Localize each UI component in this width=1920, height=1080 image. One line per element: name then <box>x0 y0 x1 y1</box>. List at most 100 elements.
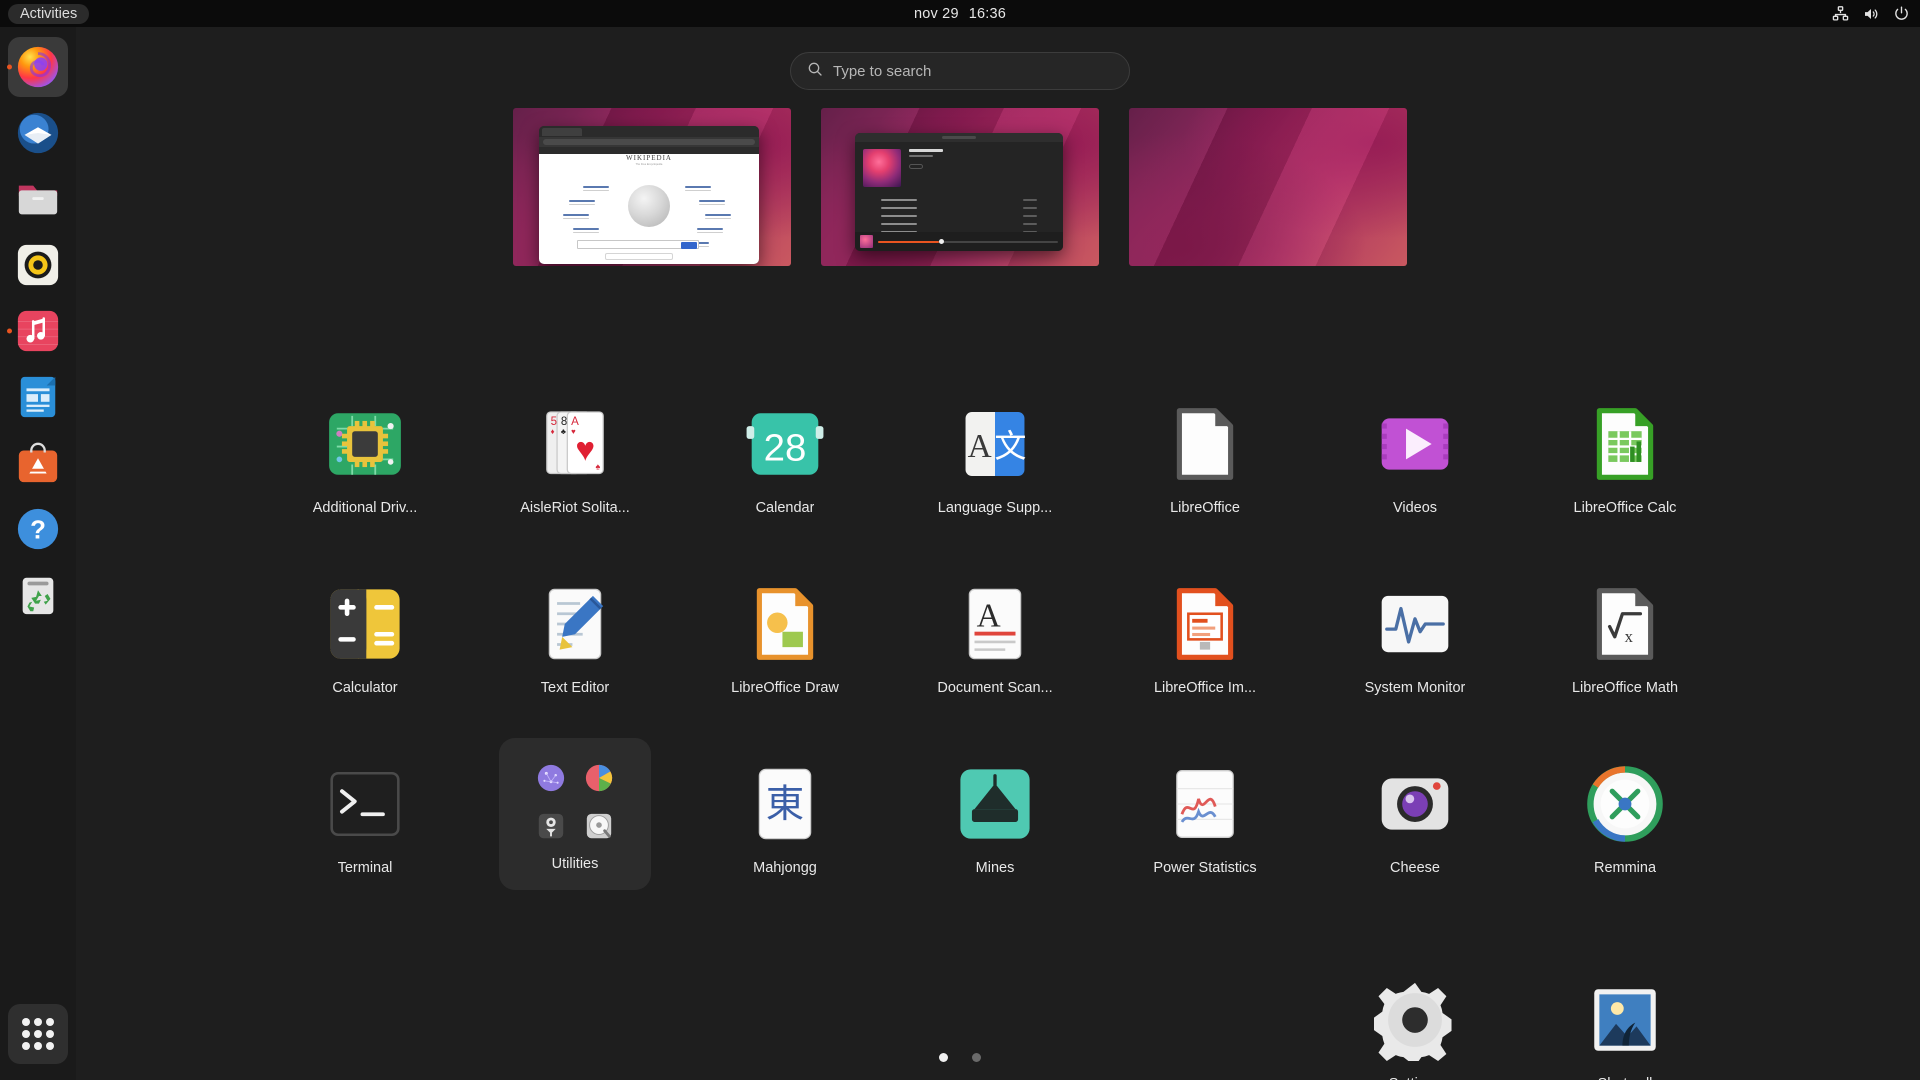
svg-text:x: x <box>1625 627 1634 646</box>
app-libreoffice[interactable]: LibreOffice <box>1100 400 1310 516</box>
aisleriot-solitaire-icon: 5 ♦ 8 ♣ A ♥ ♥ ♠ <box>531 400 619 488</box>
svg-text:♠: ♠ <box>596 462 601 472</box>
app-folder-utilities[interactable]: Utilities <box>470 738 680 912</box>
page-indicator[interactable] <box>939 1053 981 1062</box>
app-power-statistics[interactable]: Power Statistics <box>1100 760 1310 912</box>
page-dot-2[interactable] <box>972 1053 981 1062</box>
volume-icon[interactable] <box>1862 5 1880 23</box>
window-preview-firefox[interactable]: WIKIPEDIA The Free Encyclopedia <box>539 126 759 264</box>
workspace-thumbnail-3[interactable] <box>1129 108 1407 266</box>
app-calculator[interactable]: Calculator <box>260 580 470 696</box>
app-cheese[interactable]: Cheese <box>1310 760 1520 912</box>
app-libreoffice-impress[interactable]: LibreOffice Im... <box>1100 580 1310 696</box>
dock-item-files[interactable] <box>8 169 68 229</box>
terminal-icon <box>321 760 409 848</box>
show-applications-button[interactable] <box>8 1004 68 1064</box>
album-meta <box>909 149 943 187</box>
wikipedia-page: WIKIPEDIA The Free Encyclopedia <box>539 154 759 264</box>
mahjongg-icon: 東 <box>741 760 829 848</box>
app-label: Settings <box>1389 1076 1441 1080</box>
dock-item-ubuntu-software[interactable] <box>8 433 68 493</box>
music-player-controls <box>855 232 1063 251</box>
workspace-thumbnail-1[interactable]: WIKIPEDIA The Free Encyclopedia <box>513 108 791 266</box>
ubuntu-software-icon <box>15 440 61 486</box>
svg-text:?: ? <box>30 517 46 545</box>
power-icon[interactable] <box>1893 5 1910 22</box>
app-label: Cheese <box>1390 860 1440 876</box>
dock-item-help[interactable]: ? <box>8 499 68 559</box>
app-remmina[interactable]: Remmina <box>1520 760 1730 912</box>
grid-dot <box>46 1042 54 1050</box>
app-label: System Monitor <box>1364 680 1466 696</box>
app-label: Mahjongg <box>753 860 817 876</box>
seek-bar <box>878 238 1058 244</box>
app-label: AisleRiot Solita... <box>520 500 630 516</box>
wikipedia-search-field <box>577 240 699 249</box>
videos-icon <box>1371 400 1459 488</box>
app-aisleriot-solitaire[interactable]: 5 ♦ 8 ♣ A ♥ ♥ ♠ AisleRiot Solita... <box>470 400 680 516</box>
libreoffice-calc-icon <box>1581 400 1669 488</box>
running-indicator <box>7 328 12 334</box>
grid-dot <box>34 1018 42 1026</box>
mini-album-art <box>860 235 873 248</box>
application-grid: Additional Driv... 5 ♦ 8 ♣ A ♥ ♥ ♠ Aisle… <box>260 400 1730 1080</box>
settings-icon <box>1371 976 1459 1064</box>
music-now-playing <box>855 142 1063 187</box>
app-label: Text Editor <box>540 680 610 696</box>
app-document-scanner[interactable]: A Document Scan... <box>890 580 1100 696</box>
app-additional-drivers[interactable]: Additional Driv... <box>260 400 470 516</box>
app-settings[interactable]: Settings <box>1310 976 1520 1080</box>
app-libreoffice-calc[interactable]: LibreOffice Calc <box>1520 400 1730 516</box>
wikipedia-globe-icon <box>628 185 670 227</box>
dock-item-firefox[interactable] <box>7 37 68 97</box>
power-statistics-icon <box>1161 760 1249 848</box>
window-preview-music[interactable] <box>855 133 1063 251</box>
libreoffice-draw-icon <box>741 580 829 668</box>
app-label: Document Scan... <box>937 680 1053 696</box>
app-label: Videos <box>1392 500 1438 516</box>
app-system-monitor[interactable]: System Monitor <box>1310 580 1520 696</box>
app-videos[interactable]: Videos <box>1310 400 1520 516</box>
shotwell-icon <box>1581 976 1669 1064</box>
app-calendar[interactable]: 28 Calendar <box>680 400 890 516</box>
dock-item-thunderbird[interactable] <box>8 103 68 163</box>
clock-time: 16:36 <box>968 5 1007 22</box>
workspace-thumbnail-2[interactable] <box>821 108 1099 266</box>
app-label: LibreOffice <box>1170 500 1240 516</box>
document-scanner-icon: A <box>951 580 1039 668</box>
dock-item-rhythmbox[interactable] <box>8 235 68 295</box>
dock-item-music[interactable] <box>7 301 68 361</box>
app-mahjongg[interactable]: 東 Mahjongg <box>680 760 890 912</box>
app-label: Power Statistics <box>1153 860 1257 876</box>
wikipedia-tagline: The Free Encyclopedia <box>635 163 663 166</box>
network-wired-icon[interactable] <box>1832 5 1849 22</box>
dock-item-libreoffice-writer[interactable] <box>8 367 68 427</box>
system-tray[interactable] <box>1832 5 1910 23</box>
dock-item-trash[interactable] <box>8 565 68 625</box>
app-terminal[interactable]: Terminal <box>260 760 470 912</box>
app-label: Remmina <box>1593 860 1657 876</box>
page-dot-1[interactable] <box>939 1053 948 1062</box>
track-row <box>881 220 1037 228</box>
clock-menu[interactable]: nov 29 16:36 <box>914 6 1006 22</box>
remmina-icon <box>1581 760 1669 848</box>
album-cover <box>863 149 901 187</box>
svg-text:東: 東 <box>766 782 804 827</box>
svg-text:♦: ♦ <box>551 427 555 436</box>
app-libreoffice-math[interactable]: x LibreOffice Math <box>1520 580 1730 696</box>
search-input[interactable]: Type to search <box>790 52 1130 90</box>
mines-icon <box>951 760 1039 848</box>
utilities-folder[interactable]: Utilities <box>499 738 651 890</box>
search-icon <box>807 61 823 82</box>
app-libreoffice-draw[interactable]: LibreOffice Draw <box>680 580 890 696</box>
app-shotwell[interactable]: Shotwell <box>1520 976 1730 1080</box>
app-text-editor[interactable]: Text Editor <box>470 580 680 696</box>
app-language-support[interactable]: A 文 Language Supp... <box>890 400 1100 516</box>
grid-dot <box>46 1018 54 1026</box>
app-mines[interactable]: Mines <box>890 760 1100 912</box>
grid-dot <box>22 1018 30 1026</box>
app-label: Language Supp... <box>937 500 1053 516</box>
grid-dot <box>34 1042 42 1050</box>
app-label: Calculator <box>332 680 398 696</box>
activities-button[interactable]: Activities <box>8 3 90 24</box>
